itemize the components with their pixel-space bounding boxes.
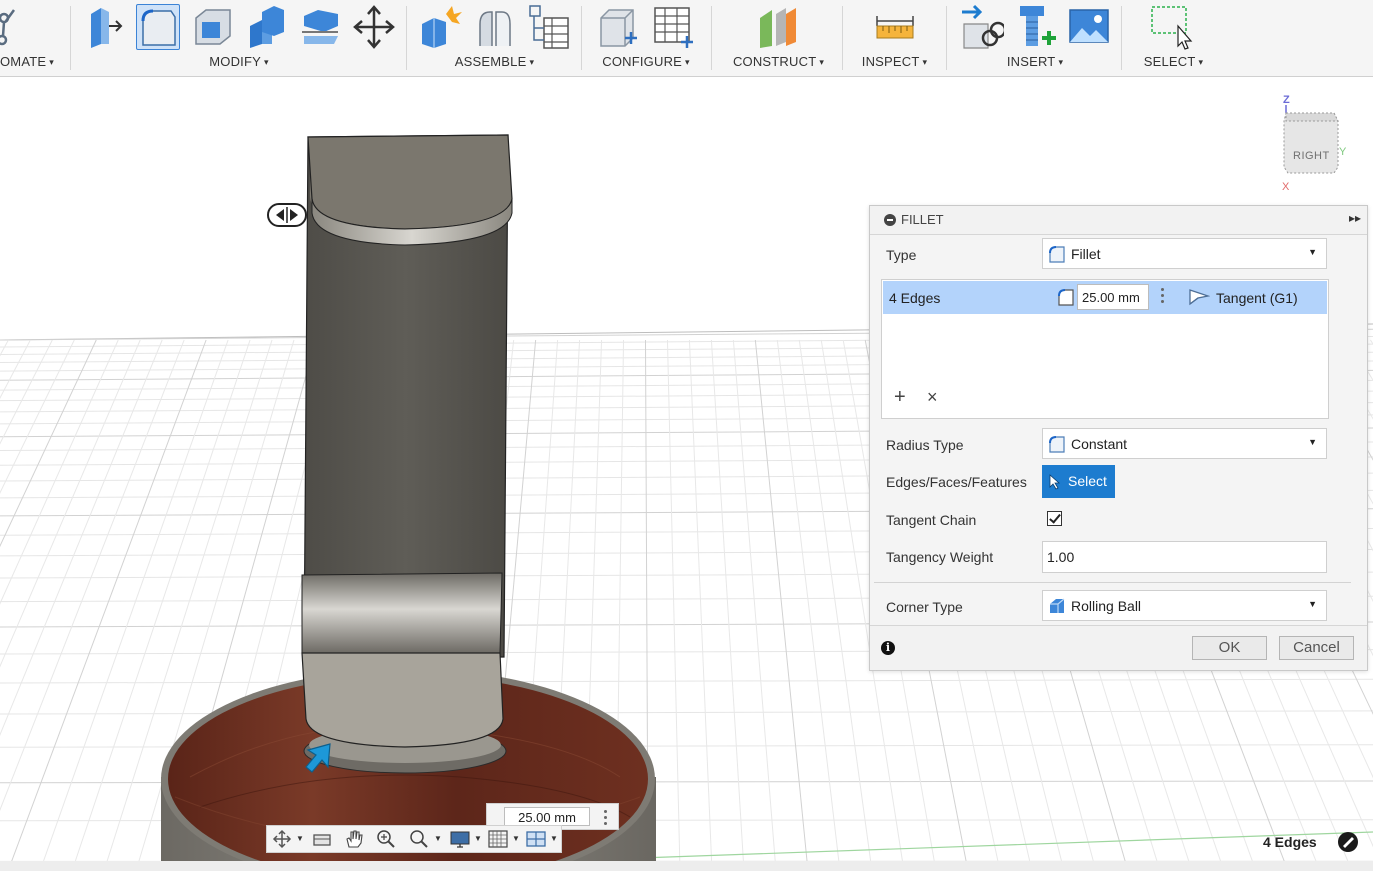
cancel-button[interactable]: Cancel xyxy=(1279,636,1354,660)
modify-group-label: MODIFY ▾ xyxy=(209,54,269,69)
corner-type-label: Corner Type xyxy=(886,599,963,615)
selection-label: Edges/Faces/Features xyxy=(886,474,1027,490)
configuration-table-icon[interactable] xyxy=(651,4,695,50)
insert-derive-icon[interactable] xyxy=(960,4,1004,50)
edge-set-row[interactable]: 4 Edges 25.00 mm Tangent (G1) xyxy=(883,281,1327,314)
more-options-icon[interactable] xyxy=(1161,288,1165,306)
view-cube[interactable]: Z RIGHT Y X xyxy=(1276,91,1348,191)
radius-type-label: Radius Type xyxy=(886,437,964,453)
assemble-group[interactable]: ASSEMBLE ▾ xyxy=(412,0,577,76)
more-options-icon[interactable] xyxy=(604,810,607,828)
zoom-window-icon[interactable] xyxy=(408,829,430,849)
radius-type-dropdown[interactable]: Constant ▼ xyxy=(1042,428,1327,459)
corner-type-value: Rolling Ball xyxy=(1071,598,1142,614)
zoom-icon[interactable] xyxy=(375,829,397,849)
bottom-strip xyxy=(0,861,1373,871)
rolling-ball-icon xyxy=(1050,598,1065,613)
construct-group[interactable]: CONSTRUCT ▾ xyxy=(717,0,840,76)
info-icon[interactable]: i xyxy=(881,641,895,655)
status-icon[interactable] xyxy=(1338,832,1358,852)
automate-group[interactable]: OMATE ▾ xyxy=(0,0,62,76)
pan-icon[interactable] xyxy=(343,829,365,849)
axis-y-label: Y xyxy=(1339,146,1347,158)
inspect-group-label: INSPECT ▾ xyxy=(861,54,928,69)
chevron-down-icon: ▼ xyxy=(1308,437,1317,447)
configure-group-label: CONFIGURE ▾ xyxy=(602,54,690,69)
continuity-dropdown[interactable]: Tangent (G1) xyxy=(1216,290,1298,306)
split-body-icon[interactable] xyxy=(298,4,342,50)
offset-plane-icon[interactable] xyxy=(756,4,800,50)
insert-group-label: INSERT ▾ xyxy=(1006,54,1064,69)
orbit-icon[interactable] xyxy=(271,829,293,849)
move-copy-icon[interactable] xyxy=(352,4,396,50)
measure-icon[interactable] xyxy=(873,4,917,50)
axis-z-label: Z xyxy=(1283,94,1290,106)
select-group[interactable]: SELECT ▾ xyxy=(1127,0,1220,76)
automate-icon[interactable] xyxy=(0,4,34,50)
selection-status: 4 Edges xyxy=(1263,834,1317,850)
expand-panel-icon[interactable]: ▸▸ xyxy=(1349,211,1361,225)
tangent-continuity-icon xyxy=(1189,289,1210,306)
radius-icon xyxy=(1058,289,1074,306)
ok-button[interactable]: OK xyxy=(1192,636,1267,660)
dimension-input[interactable]: 25.00 mm xyxy=(504,807,590,826)
axis-x-label: X xyxy=(1282,181,1290,191)
toolbar: OMATE ▾ MODIFY ▾ ASSEMBLE ▾ CONFIGURE ▾ … xyxy=(0,0,1373,77)
insert-group[interactable]: INSERT ▾ xyxy=(952,0,1118,76)
chevron-down-icon: ▼ xyxy=(1308,247,1317,257)
type-value: Fillet xyxy=(1071,246,1101,262)
fillet-dialog-title: FILLET xyxy=(901,212,944,227)
automate-group-label: OMATE ▾ xyxy=(0,54,54,69)
tangent-chain-checkbox[interactable] xyxy=(1047,511,1062,526)
tangency-weight-label: Tangency Weight xyxy=(886,549,994,565)
display-settings-icon[interactable] xyxy=(449,829,471,849)
fillet-dialog-footer: i OK Cancel xyxy=(870,625,1367,670)
add-edge-set-button[interactable]: + xyxy=(894,387,906,407)
fillet-dialog: FILLET ▸▸ Type Fillet ▼ 4 Edges 25.00 mm… xyxy=(869,205,1368,671)
edge-set-label: 4 Edges xyxy=(889,290,941,306)
view-cube-face-label: RIGHT xyxy=(1293,150,1330,162)
collapse-icon[interactable] xyxy=(884,214,896,226)
grid-settings-icon[interactable] xyxy=(487,829,509,849)
constant-radius-icon xyxy=(1049,436,1065,453)
type-dropdown[interactable]: Fillet ▼ xyxy=(1042,238,1327,269)
remove-edge-set-button[interactable]: × xyxy=(927,387,938,407)
select-button[interactable]: Select xyxy=(1042,465,1115,498)
insert-canvas-icon[interactable] xyxy=(1068,4,1112,50)
configure-group[interactable]: CONFIGURE ▾ xyxy=(587,0,705,76)
combine-icon[interactable] xyxy=(244,4,288,50)
fillet-dialog-header[interactable]: FILLET ▸▸ xyxy=(870,206,1367,235)
edge-sets-list: 4 Edges 25.00 mm Tangent (G1) + × xyxy=(881,279,1329,419)
select-group-label: SELECT ▾ xyxy=(1143,54,1204,69)
insert-mcmaster-icon[interactable] xyxy=(1014,4,1058,50)
resize-handle-icon[interactable] xyxy=(267,203,307,227)
joint-icon[interactable] xyxy=(472,4,516,50)
chevron-down-icon: ▼ xyxy=(1308,599,1317,609)
navigation-bar: ▼ ▼ ▼ ▼ ▼ xyxy=(266,825,562,853)
radius-type-value: Constant xyxy=(1071,436,1128,452)
radius-input[interactable]: 25.00 mm xyxy=(1077,284,1149,310)
tangency-weight-input[interactable]: 1.00 xyxy=(1042,541,1327,573)
fillet-tool[interactable] xyxy=(136,4,180,50)
inspect-group[interactable]: INSPECT ▾ xyxy=(848,0,941,76)
fillet-icon xyxy=(141,9,176,46)
tangent-chain-label: Tangent Chain xyxy=(886,512,977,528)
construct-group-label: CONSTRUCT ▾ xyxy=(732,54,825,69)
viewports-icon[interactable] xyxy=(525,829,547,849)
modify-group[interactable]: MODIFY ▾ xyxy=(76,0,402,76)
corner-type-dropdown[interactable]: Rolling Ball ▼ xyxy=(1042,590,1327,621)
fillet-type-icon xyxy=(1049,246,1065,263)
new-component-icon[interactable] xyxy=(418,4,462,50)
bill-of-materials-icon[interactable] xyxy=(526,4,570,50)
shell-icon[interactable] xyxy=(190,4,234,50)
panel-divider xyxy=(874,582,1351,583)
look-at-icon[interactable] xyxy=(311,829,333,849)
select-window-icon[interactable] xyxy=(1149,4,1193,50)
type-label: Type xyxy=(886,247,917,263)
configure-model-icon[interactable] xyxy=(595,4,639,50)
press-pull-icon[interactable] xyxy=(81,4,125,50)
cursor-arrow-icon xyxy=(1049,474,1061,490)
assemble-group-label: ASSEMBLE ▾ xyxy=(454,54,535,69)
